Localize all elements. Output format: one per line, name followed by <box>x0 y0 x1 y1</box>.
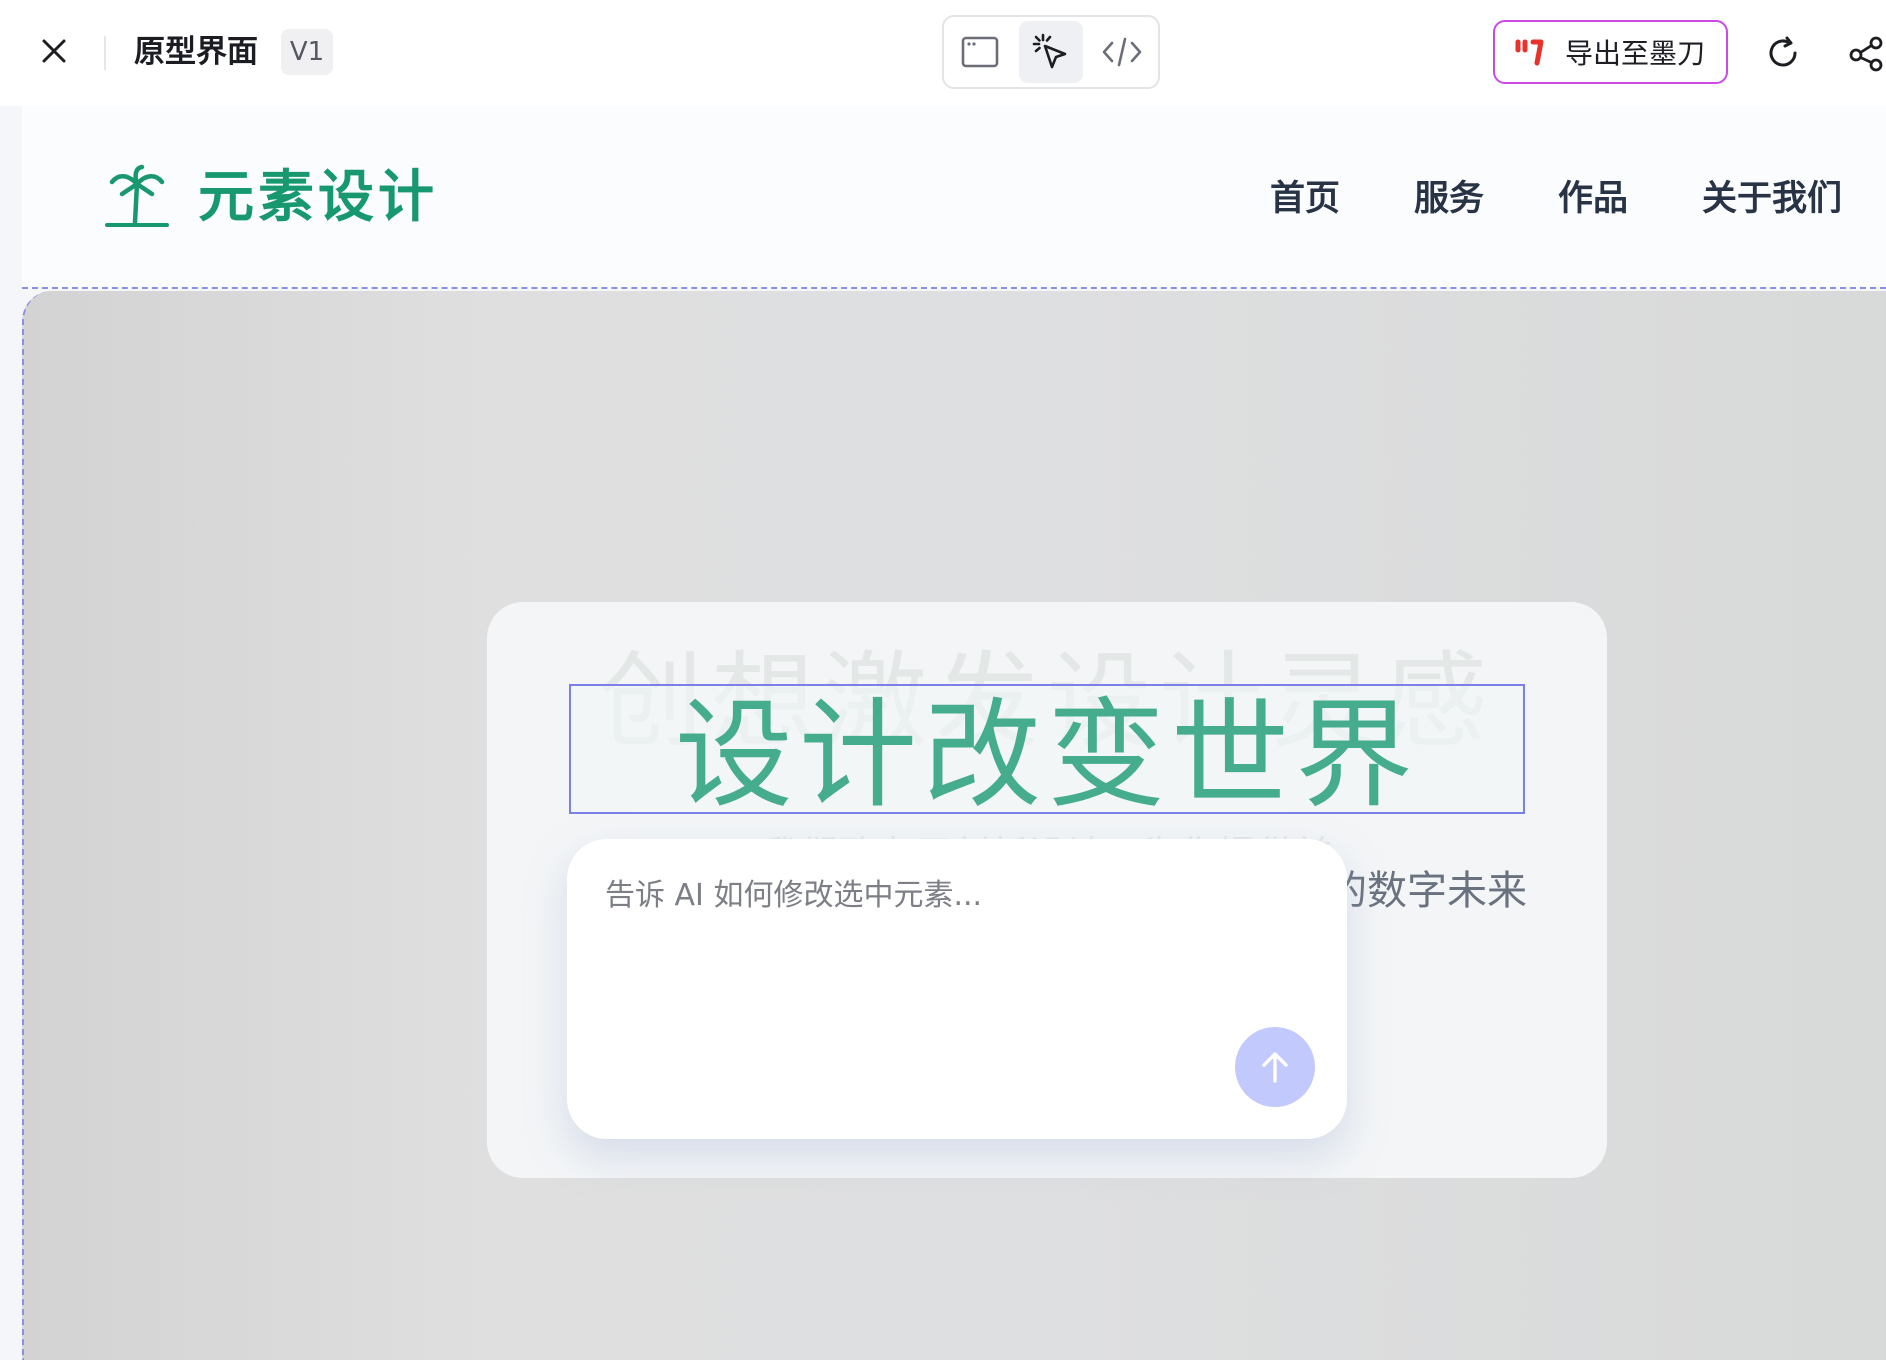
nav-services[interactable]: 服务 <box>1414 176 1484 222</box>
view-mode-switcher <box>942 15 1160 89</box>
hero-title[interactable]: 设计改变世界 <box>571 690 1523 820</box>
top-toolbar: 原型界面 V1 导出至墨刀 <box>0 0 1886 106</box>
site-header[interactable]: 元素设计 首页 服务 作品 关于我们 <box>22 106 1886 289</box>
nav-works[interactable]: 作品 <box>1558 176 1628 222</box>
preview-mode-button[interactable] <box>948 21 1011 83</box>
export-to-mockplus-button[interactable]: 导出至墨刀 <box>1493 20 1728 84</box>
share-button[interactable] <box>1846 28 1886 78</box>
selected-element-outline[interactable]: 设计改变世界 <box>569 684 1525 820</box>
ai-prompt-input[interactable] <box>603 875 1303 915</box>
version-badge[interactable]: V1 <box>281 29 333 75</box>
export-label: 导出至墨刀 <box>1565 37 1706 70</box>
close-icon <box>42 39 66 63</box>
refresh-button[interactable] <box>1758 28 1808 78</box>
close-button[interactable] <box>36 33 72 69</box>
arrow-up-icon <box>1262 1052 1288 1083</box>
share-icon <box>1849 36 1883 72</box>
site-logo-text[interactable]: 元素设计 <box>198 161 438 235</box>
hero-section[interactable]: 创想激发设计灵感 我们致力于创新设计，为您提供前 设计改变世界 的数字未来 <box>22 291 1886 1360</box>
hero-subtitle: 的数字未来 <box>1327 868 1527 914</box>
prototype-preview: 元素设计 首页 服务 作品 关于我们 创想激发设计灵感 我们致力于创新设计，为您… <box>0 106 1886 1360</box>
code-mode-button[interactable] <box>1091 21 1154 83</box>
prototype-title: 原型界面 <box>134 34 258 70</box>
nav-home[interactable]: 首页 <box>1270 176 1340 222</box>
palm-tree-logo-icon <box>105 164 169 227</box>
toolbar-divider <box>104 36 106 70</box>
pointer-click-icon <box>1032 33 1067 69</box>
window-icon <box>961 36 998 68</box>
nav-about[interactable]: 关于我们 <box>1702 176 1842 222</box>
mockplus-logo-icon <box>1515 39 1544 66</box>
select-mode-button[interactable] <box>1019 21 1083 83</box>
send-button[interactable] <box>1235 1027 1315 1107</box>
ai-edit-popup <box>567 839 1347 1139</box>
code-icon <box>1103 37 1142 67</box>
refresh-icon <box>1769 36 1797 67</box>
